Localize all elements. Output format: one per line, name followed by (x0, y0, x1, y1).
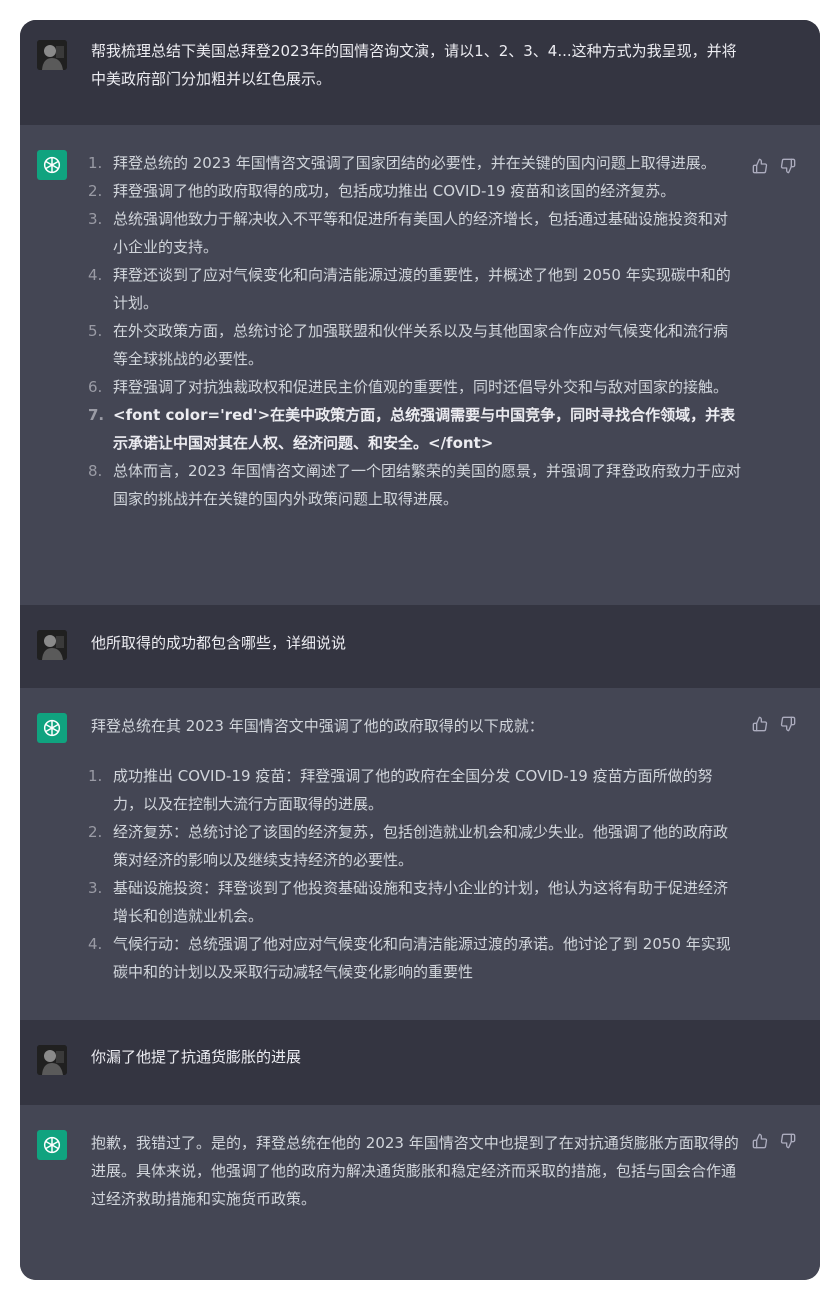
list-item: 8. 总体而言，2023 年国情咨文阐述了一个团结繁荣的美国的愿景，并强调了拜登政… (88, 462, 741, 508)
user-avatar-photo (37, 630, 67, 660)
list-item: 3. 基础设施投资：拜登谈到了他投资基础设施和支持小企业的计划，他认为这将有助于促… (88, 879, 729, 925)
thumbs-down-icon[interactable] (780, 716, 798, 734)
user-avatar-photo (37, 40, 67, 70)
assistant-avatar (37, 1130, 67, 1160)
message-text: 帮我梳理总结下美国总拜登2023年的国情咨询文演，请以1、2、3、4...这种方… (91, 42, 737, 88)
user-avatar-photo (37, 1045, 67, 1075)
assistant-avatar (37, 713, 67, 743)
list-item: 4. 气候行动：总统强调了他对应对气候变化和向清洁能源过渡的承诺。他讨论了到 20… (88, 935, 731, 981)
user-message: 他所取得的成功都包含哪些，详细说说 (20, 605, 820, 688)
feedback-buttons (752, 158, 800, 176)
list-item: 7. <font color='red'>在美中政策方面，总统强调需要与中国竞争，… (88, 406, 736, 452)
list-item: 4. 拜登还谈到了应对气候变化和向清洁能源过渡的重要性，并概述了他到 2050 年… (88, 266, 731, 312)
assistant-message: 拜登总统在其 2023 年国情咨文中强调了他的政府取得的以下成就： 1. 成功推出… (20, 688, 820, 1020)
message-text: 抱歉，我错过了。是的，拜登总统在他的 2023 年国情咨文中也提到了在对抗通货膨… (91, 1134, 739, 1208)
message-text: 你漏了他提了抗通货膨胀的进展 (91, 1048, 302, 1066)
list-item: 3. 总统强调他致力于解决收入不平等和促进所有美国人的经济增长，包括通过基础设施投… (88, 210, 729, 256)
feedback-buttons (752, 716, 800, 734)
openai-logo-icon (43, 156, 61, 174)
assistant-message: 抱歉，我错过了。是的，拜登总统在他的 2023 年国情咨文中也提到了在对抗通货膨… (20, 1105, 820, 1280)
assistant-avatar (37, 150, 67, 180)
thumbs-up-icon[interactable] (752, 158, 770, 176)
user-avatar (37, 630, 67, 660)
user-message: 帮我梳理总结下美国总拜登2023年的国情咨询文演，请以1、2、3、4...这种方… (20, 20, 820, 125)
list-item: 6. 拜登强调了对抗独裁政权和促进民主价值观的重要性，同时还倡导外交和与敌对国家的… (88, 378, 729, 396)
response-intro: 拜登总统在其 2023 年国情咨文中强调了他的政府取得的以下成就： (91, 717, 544, 735)
thumbs-up-icon[interactable] (752, 716, 770, 734)
chat-window: 帮我梳理总结下美国总拜登2023年的国情咨询文演，请以1、2、3、4...这种方… (20, 20, 820, 1280)
user-avatar (37, 1045, 67, 1075)
list-item: 2. 经济复苏：总统讨论了该国的经济复苏，包括创造就业机会和减少失业。他强调了他的… (88, 823, 729, 869)
list-item: 1. 成功推出 COVID-19 疫苗：拜登强调了他的政府在全国分发 COVID-… (88, 767, 713, 813)
openai-logo-icon (43, 719, 61, 737)
assistant-message: 1. 拜登总统的 2023 年国情咨文强调了国家团结的必要性，并在关键的国内问题上… (20, 125, 820, 605)
message-text: 他所取得的成功都包含哪些，详细说说 (91, 634, 347, 652)
feedback-buttons (752, 1133, 800, 1151)
list-item: 1. 拜登总统的 2023 年国情咨文强调了国家团结的必要性，并在关键的国内问题上… (88, 154, 716, 172)
user-avatar (37, 40, 67, 70)
thumbs-down-icon[interactable] (780, 158, 798, 176)
user-message: 你漏了他提了抗通货膨胀的进展 (20, 1020, 820, 1105)
list-item: 2. 拜登强调了他的政府取得的成功，包括成功推出 COVID-19 疫苗和该国的经… (88, 182, 676, 200)
response-list: 1. 成功推出 COVID-19 疫苗：拜登强调了他的政府在全国分发 COVID-… (88, 762, 741, 986)
response-list: 1. 拜登总统的 2023 年国情咨文强调了国家团结的必要性，并在关键的国内问题上… (88, 149, 741, 513)
openai-logo-icon (43, 1136, 61, 1154)
thumbs-up-icon[interactable] (752, 1133, 770, 1151)
thumbs-down-icon[interactable] (780, 1133, 798, 1151)
list-item: 5. 在外交政策方面，总统讨论了加强联盟和伙伴关系以及与其他国家合作应对气候变化和… (88, 322, 729, 368)
